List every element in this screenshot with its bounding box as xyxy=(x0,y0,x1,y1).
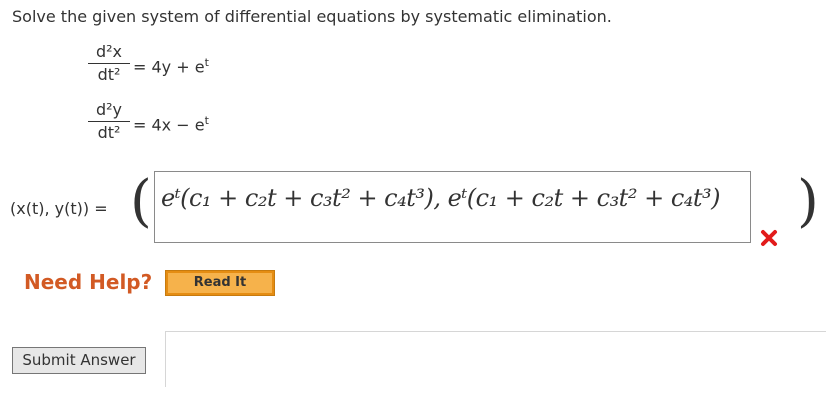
equation-1-fraction: d²x dt² xyxy=(88,42,130,85)
eq2-numerator: d²y xyxy=(95,100,123,119)
question-text: Solve the given system of differential e… xyxy=(12,7,612,26)
vertical-divider xyxy=(165,331,166,387)
eq2-operator: − xyxy=(176,115,190,135)
eq1-fraction-bar xyxy=(88,63,130,64)
eq1-term-a: 4y xyxy=(151,57,172,77)
equation-2-fraction: d²y dt² xyxy=(88,100,130,143)
read-it-button[interactable]: Read It xyxy=(165,270,275,296)
eq2-exponent: t xyxy=(204,114,209,127)
eq1-numerator: d²x xyxy=(95,42,123,61)
eq1-term-b: e xyxy=(194,57,205,77)
left-paren: ( xyxy=(130,169,152,234)
incorrect-icon xyxy=(761,230,777,246)
equation-1-rhs: = 4y + et xyxy=(133,56,209,76)
eq2-fraction-bar xyxy=(88,121,130,122)
answer-label: (x(t), y(t)) = xyxy=(10,199,108,218)
eq2-term-a: 4x xyxy=(151,115,172,135)
eq1-operator: + xyxy=(176,57,190,77)
eq2-equals: = xyxy=(133,115,147,135)
eq2-denominator: dt² xyxy=(97,123,121,142)
eq1-equals: = xyxy=(133,57,147,77)
eq1-denominator: dt² xyxy=(97,65,121,84)
eq2-term-b: e xyxy=(194,115,205,135)
answer-input[interactable]: eᵗ(c₁ + c₂t + c₃t² + c₄t³), eᵗ(c₁ + c₂t … xyxy=(154,171,751,243)
need-help-label: Need Help? xyxy=(24,270,153,294)
eq1-exponent: t xyxy=(204,56,209,69)
submit-answer-button[interactable]: Submit Answer xyxy=(12,347,146,374)
answer-input-value: eᵗ(c₁ + c₂t + c₃t² + c₄t³), eᵗ(c₁ + c₂t … xyxy=(161,184,721,212)
right-paren: ) xyxy=(797,169,819,234)
divider xyxy=(166,331,826,332)
equation-2-rhs: = 4x − et xyxy=(133,114,209,134)
